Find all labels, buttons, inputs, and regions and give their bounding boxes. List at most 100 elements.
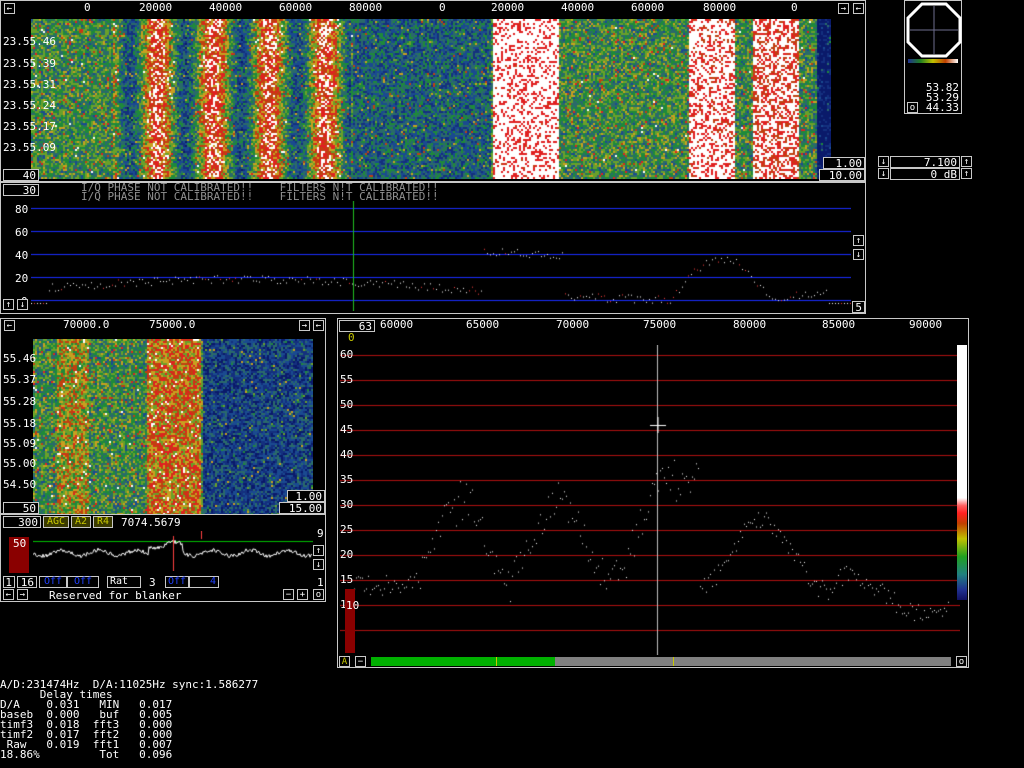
frequency-value[interactable]: 7.100 xyxy=(890,156,960,168)
off-value-3[interactable]: 4 xyxy=(189,576,219,588)
o-button[interactable]: o xyxy=(907,102,918,113)
hires-waterfall-window: ← → ← 70000.0 75000.0 55.46 55.37 55.28 … xyxy=(0,318,326,514)
zero-value[interactable]: 15.00 xyxy=(279,502,325,514)
off-button-3[interactable]: Off xyxy=(165,576,189,588)
baseband-frequency[interactable]: 7074.5679 xyxy=(121,516,181,529)
time-label: 55.37 xyxy=(3,373,37,386)
freq-tick: 65000 xyxy=(466,318,500,331)
time-label: 23.55.24 xyxy=(3,99,56,112)
bottom-left-value[interactable]: 50 xyxy=(3,502,39,514)
time-label: 54.50 xyxy=(3,478,37,491)
freq-tick: 75000 xyxy=(643,318,677,331)
arrow-up-button[interactable]: ↑ xyxy=(853,235,864,246)
y-tick: 20 xyxy=(15,272,29,285)
wide-spectrum-window: 30 I/Q PHASE NOT CALIBRATED!! FILTERS N!… xyxy=(0,181,866,314)
baseband-display[interactable] xyxy=(33,531,313,571)
arrow-down-button[interactable]: ↓ xyxy=(313,559,324,570)
freq-tick: 80000 xyxy=(703,1,737,14)
wide-waterfall-display[interactable] xyxy=(31,19,831,179)
level-bar[interactable]: 50 xyxy=(9,537,29,573)
bandwidth-value[interactable]: 300 xyxy=(3,516,41,528)
arrow-right-button[interactable]: → xyxy=(838,3,849,14)
high-res-spectrum-display[interactable] xyxy=(340,345,960,655)
zero-value[interactable]: 10.00 xyxy=(819,169,865,181)
color-scale-bar xyxy=(908,59,958,63)
y-tick: 30 xyxy=(340,498,354,511)
off-button-1[interactable]: Off xyxy=(39,576,67,588)
att-down-button[interactable]: ↓ xyxy=(878,168,889,179)
frequency-control: ↓ 7.100 ↑ ↓ 0 dB ↑ xyxy=(878,156,973,182)
o-button[interactable]: o xyxy=(313,589,324,600)
zero-label: 0 xyxy=(348,331,355,344)
y-tick: 45 xyxy=(340,423,354,436)
wide-spectrum-display[interactable] xyxy=(31,201,851,311)
arrow-down-button[interactable]: ↓ xyxy=(853,249,864,260)
rat-label[interactable]: Rat xyxy=(107,576,141,588)
freq-tick: 90000 xyxy=(909,318,943,331)
freq-scale: 0 20000 40000 60000 80000 0 20000 40000 … xyxy=(21,1,831,15)
wide-waterfall-window: ← → ← 0 20000 40000 60000 80000 0 20000 … xyxy=(0,0,866,182)
gain-value[interactable]: 1.00 xyxy=(287,490,325,502)
attenuation-value[interactable]: 0 dB xyxy=(890,168,960,180)
row-value-1[interactable]: 1 xyxy=(3,576,15,588)
progress-bar-track[interactable] xyxy=(371,657,951,666)
row-value-2[interactable]: 16 xyxy=(17,576,37,588)
y-tick: 20 xyxy=(340,548,354,561)
arrow-left-button[interactable]: ← xyxy=(4,3,15,14)
off-button-2[interactable]: Off xyxy=(67,576,99,588)
spectrum-top-left[interactable]: 63 xyxy=(339,320,375,332)
freq-up-button[interactable]: ↑ xyxy=(961,156,972,167)
arrow-left-button[interactable]: ← xyxy=(4,320,15,331)
att-up-button[interactable]: ↑ xyxy=(961,168,972,179)
bottom-left-value[interactable]: 40 xyxy=(3,169,39,181)
freq-tick: 75000.0 xyxy=(149,318,196,331)
hires-waterfall-display[interactable] xyxy=(33,339,313,514)
freq-tick: 0 xyxy=(84,1,91,14)
y-tick: 35 xyxy=(340,473,354,486)
r4-button[interactable]: R4 xyxy=(93,516,113,528)
minus-button[interactable]: − xyxy=(283,589,294,600)
freq-tick: 80000 xyxy=(733,318,767,331)
delay-row: 18.86% Tot 0.096 xyxy=(0,748,173,761)
freq-tick: 60000 xyxy=(631,1,665,14)
freq-tick: 20000 xyxy=(139,1,173,14)
freq-tick: 40000 xyxy=(561,1,595,14)
o-button[interactable]: o xyxy=(956,656,967,667)
gain-value[interactable]: 1.00 xyxy=(823,157,865,169)
freq-down-button[interactable]: ↓ xyxy=(878,156,889,167)
arrow-down-button-left[interactable]: ↓ xyxy=(17,299,28,310)
meter-value: 44.33 xyxy=(925,101,959,114)
arrow-left-button[interactable]: ← xyxy=(3,589,14,600)
freq-tick: 0 xyxy=(439,1,446,14)
freq-tick: 60000 xyxy=(279,1,313,14)
arrow-right-button[interactable]: → xyxy=(17,589,28,600)
arrow-right-button[interactable]: → xyxy=(299,320,310,331)
progress-marker-2 xyxy=(673,657,674,666)
freq-tick: 70000 xyxy=(556,318,590,331)
agc-button[interactable]: AGC xyxy=(43,516,69,528)
arrow-left-button-2[interactable]: ← xyxy=(853,3,864,14)
progress-marker xyxy=(496,657,497,666)
arrow-up-button-left[interactable]: ↑ xyxy=(3,299,14,310)
y-tick: 55 xyxy=(340,373,354,386)
y-tick: 25 xyxy=(340,523,354,536)
time-label: 23.55.31 xyxy=(3,78,56,91)
blanker-text: Reserved for blanker xyxy=(49,589,182,602)
a-button[interactable]: A xyxy=(339,656,350,667)
baseband-right-value: 9 xyxy=(317,527,324,540)
time-label: 23.55.17 xyxy=(3,120,56,133)
freq-tick: 40000 xyxy=(209,1,243,14)
a2-button[interactable]: A2 xyxy=(71,516,91,528)
time-label: 55.09 xyxy=(3,437,37,450)
time-label: 55.18 xyxy=(3,417,37,430)
spectrum-right-value[interactable]: 5 xyxy=(852,301,865,313)
arrow-left-button-2[interactable]: ← xyxy=(313,320,324,331)
minus-button[interactable]: − xyxy=(355,656,366,667)
y-tick: 60 xyxy=(15,226,29,239)
spectrum-top-value[interactable]: 30 xyxy=(3,184,39,196)
progress-bar-fill xyxy=(371,657,555,666)
arrow-up-button[interactable]: ↑ xyxy=(313,545,324,556)
plus-button[interactable]: + xyxy=(297,589,308,600)
time-label: 55.00 xyxy=(3,457,37,470)
high-resolution-spectrum-window: 63 0 60000 65000 70000 75000 80000 85000… xyxy=(337,318,969,668)
